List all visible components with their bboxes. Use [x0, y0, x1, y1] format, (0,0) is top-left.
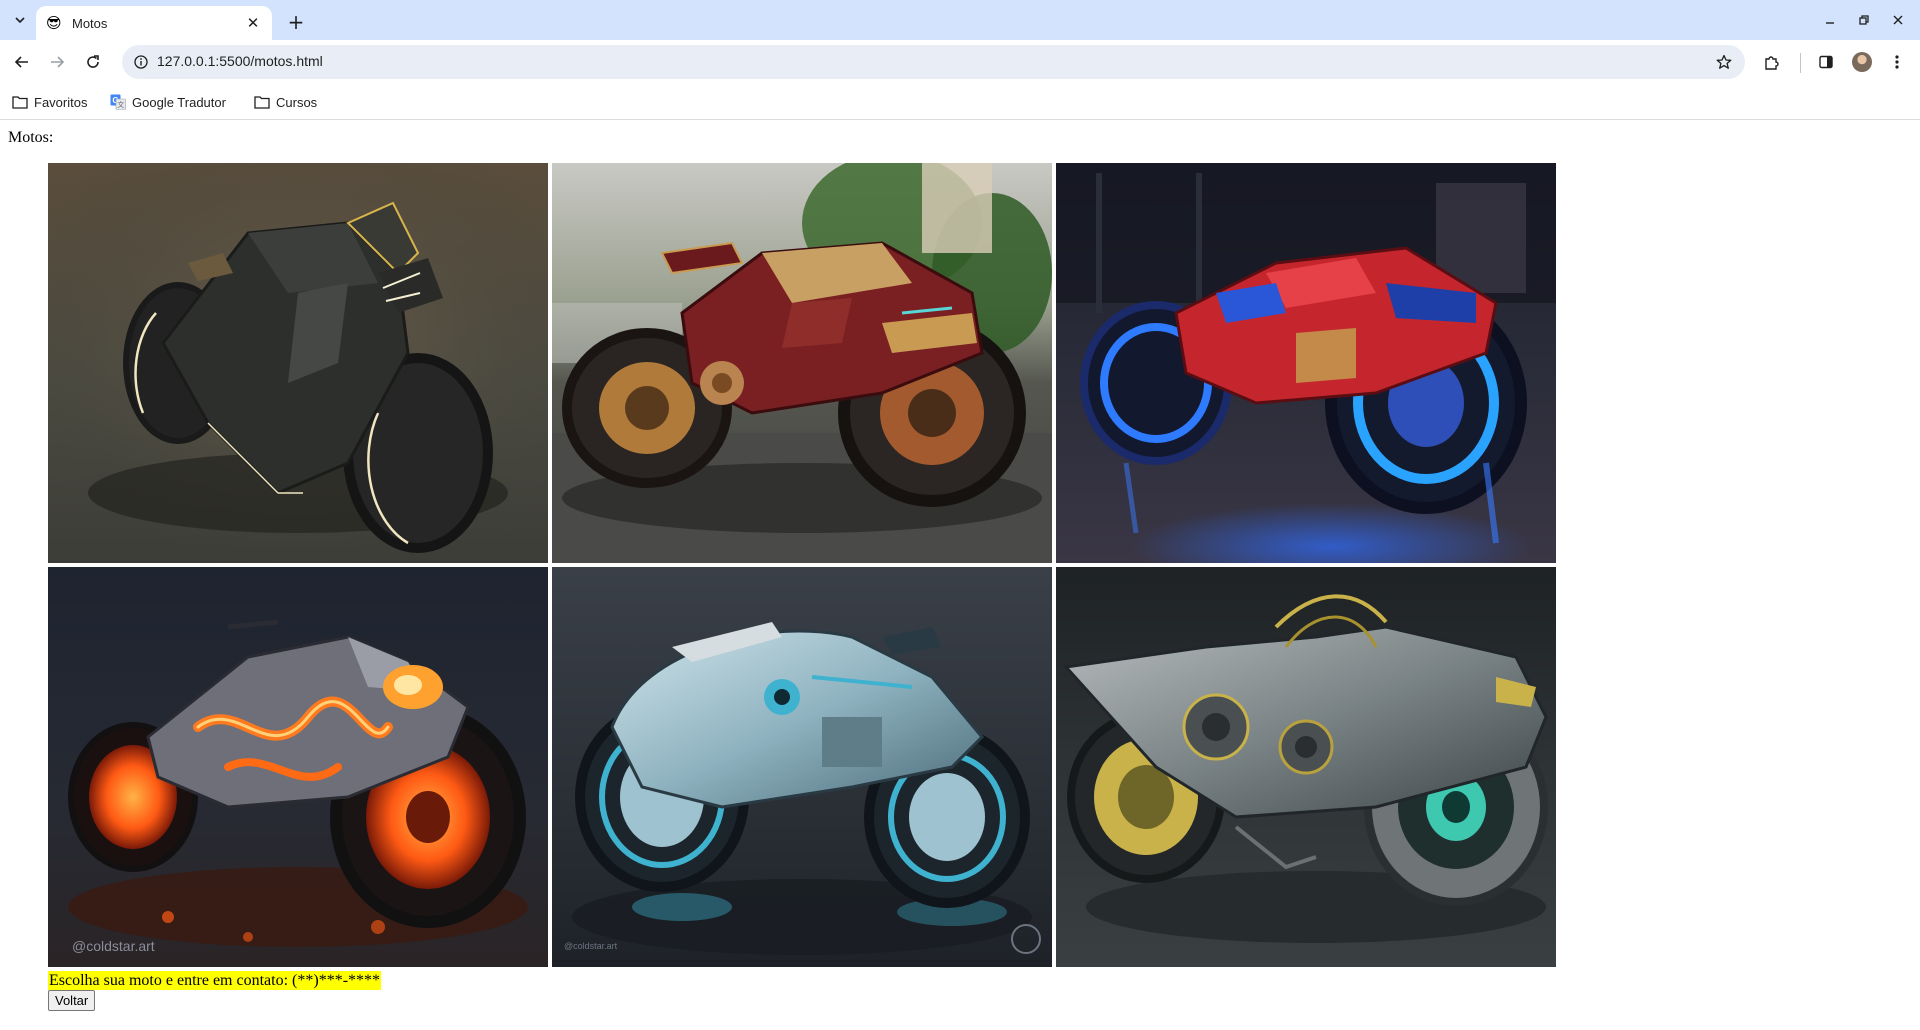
google-translate-icon: G文 — [110, 94, 126, 110]
watermark-text: @coldstar.art — [72, 938, 155, 954]
page-content: Motos: @coldstar.art @coldstar.art Escol… — [0, 121, 1920, 1030]
more-menu-icon[interactable] — [1882, 47, 1912, 77]
active-tab[interactable]: 😎 Motos ✕ — [36, 6, 272, 40]
side-panel-icon[interactable] — [1811, 47, 1841, 77]
tab-favicon-icon: 😎 — [46, 14, 62, 32]
reload-icon[interactable] — [78, 47, 108, 77]
address-bar[interactable]: 127.0.0.1:5500/motos.html — [122, 45, 1745, 79]
new-tab-plus-icon[interactable]: + — [282, 8, 310, 36]
bookmark-star-icon[interactable] — [1713, 51, 1735, 73]
back-arrow-icon[interactable] — [7, 47, 37, 77]
close-window-icon[interactable] — [1882, 4, 1914, 36]
url-text[interactable]: 127.0.0.1:5500/motos.html — [157, 53, 323, 69]
tab-search-chevron-down-icon[interactable] — [8, 8, 32, 32]
moto-image-6 — [1056, 567, 1556, 967]
restore-icon[interactable] — [1848, 4, 1880, 36]
toolbar-divider — [1800, 53, 1801, 73]
window-controls — [1812, 0, 1920, 40]
folder-icon — [254, 96, 270, 109]
close-tab-icon[interactable]: ✕ — [244, 14, 262, 32]
site-info-icon[interactable] — [130, 51, 152, 73]
folder-icon — [12, 96, 28, 109]
minimize-icon[interactable] — [1814, 4, 1846, 36]
back-button[interactable]: Voltar — [48, 990, 96, 1011]
bookmark-cursos[interactable]: Cursos — [254, 90, 317, 114]
moto-image-5: @coldstar.art — [552, 567, 1052, 967]
moto-image-1 — [48, 163, 548, 563]
contact-text: Escolha sua moto e entre em contato: (**… — [48, 971, 382, 990]
profile-avatar[interactable] — [1847, 47, 1877, 77]
avatar — [1852, 52, 1872, 72]
bookmark-favoritos[interactable]: Favoritos — [12, 90, 87, 114]
moto-image-4: @coldstar.art — [48, 567, 548, 967]
forward-arrow-icon[interactable] — [42, 47, 72, 77]
bookmarks-bar: Favoritos G文 Google Tradutor Cursos — [0, 84, 1920, 120]
page-heading: Motos: — [8, 129, 54, 146]
svg-text:文: 文 — [117, 100, 124, 109]
moto-image-2 — [552, 163, 1052, 563]
bookmark-label: Favoritos — [34, 94, 88, 110]
moto-image-3 — [1056, 163, 1556, 563]
bookmark-label: Google Tradutor — [132, 94, 226, 110]
watermark-text: @coldstar.art — [564, 941, 618, 951]
bookmark-google-tradutor[interactable]: G文 Google Tradutor — [110, 90, 226, 114]
extensions-puzzle-icon[interactable] — [1757, 47, 1787, 77]
tab-title: Motos — [72, 15, 108, 31]
bookmark-label: Cursos — [276, 94, 318, 110]
browser-toolbar: 127.0.0.1:5500/motos.html — [0, 40, 1920, 84]
tab-strip: 😎 Motos ✕ + — [0, 0, 1920, 40]
